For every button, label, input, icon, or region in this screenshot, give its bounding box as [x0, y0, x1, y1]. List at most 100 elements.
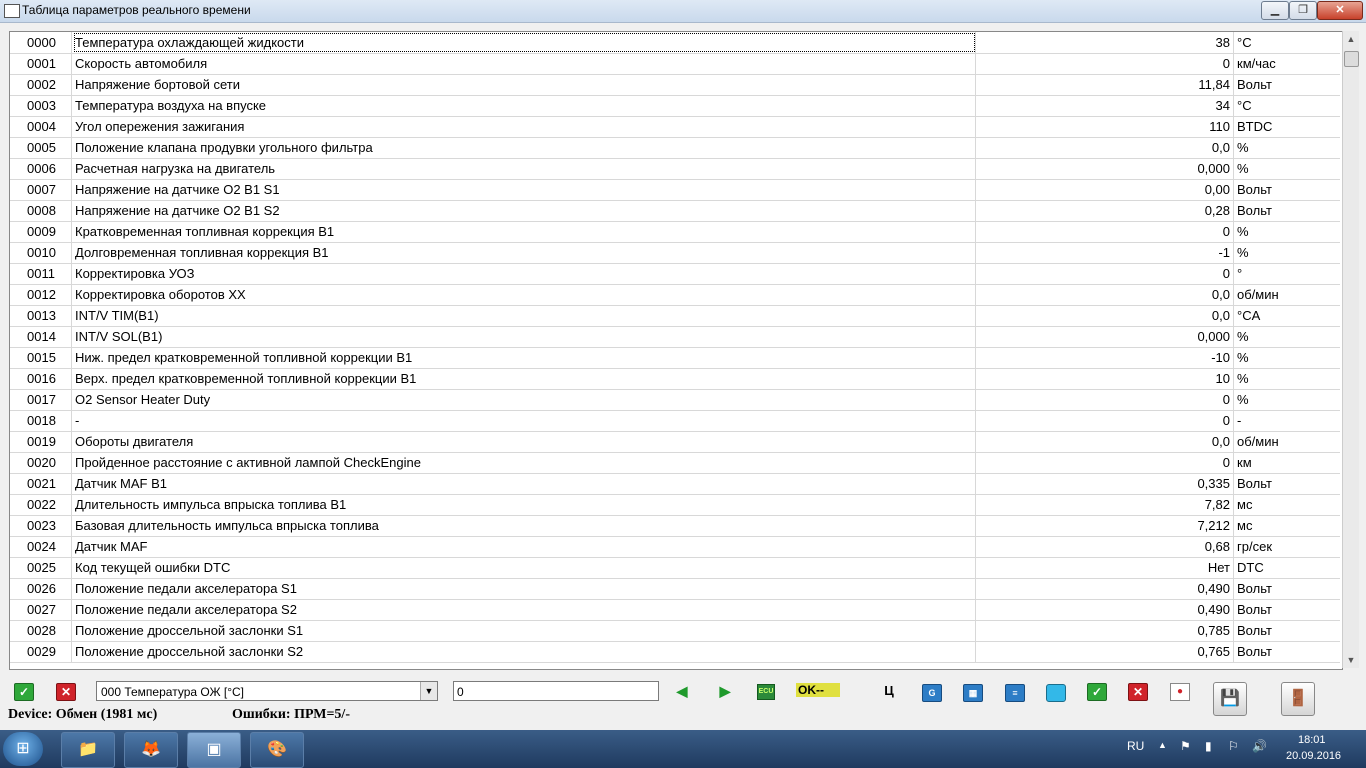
- arrow-right-icon[interactable]: ▶: [716, 683, 734, 699]
- parameter-select[interactable]: 000 Температура ОЖ [°C] ▼: [96, 681, 438, 701]
- explorer-icon[interactable]: 📁: [61, 732, 115, 768]
- grid-icon[interactable]: ▦: [963, 684, 983, 702]
- battery-icon[interactable]: ▮: [1205, 739, 1212, 753]
- scroll-down-arrow[interactable]: ▼: [1343, 652, 1359, 668]
- table-row[interactable]: 0023 Базовая длительность импульса впрыск…: [10, 515, 1340, 537]
- start-button[interactable]: ⊞: [3, 732, 43, 766]
- table-row[interactable]: 0003 Температура воздуха на впуске 34 °C: [10, 95, 1340, 117]
- table-row[interactable]: 0018-0-: [10, 410, 1340, 432]
- table-row[interactable]: 0029 Положение дроссельной заслонки S2 0,7…: [10, 641, 1340, 663]
- param-unit: %: [1237, 329, 1249, 344]
- delete-icon[interactable]: ✕: [1128, 683, 1148, 701]
- param-value: 0: [977, 263, 1234, 284]
- param-unit: °CA: [1237, 308, 1261, 323]
- table-row[interactable]: 0013 INT/V TIM(B1) 0,0 °CA: [10, 305, 1340, 327]
- scroll-up-arrow[interactable]: ▲: [1343, 31, 1359, 47]
- action-center-icon[interactable]: ⚐: [1228, 739, 1239, 753]
- param-unit: %: [1237, 140, 1249, 155]
- parameters-table[interactable]: 0000 Температура охлаждающей жидкости 38 °C…: [9, 31, 1343, 670]
- table-row[interactable]: 0007 Напряжение на датчике O2 B1 S1 0,00 Во…: [10, 179, 1340, 201]
- param-id: 0004: [10, 116, 72, 137]
- record-icon[interactable]: ●: [1170, 683, 1190, 701]
- clock-date[interactable]: 20.09.2016: [1286, 750, 1341, 762]
- table-row[interactable]: 0011 Корректировка УОЗ 0 °: [10, 263, 1340, 285]
- param-unit: °C: [1237, 35, 1252, 50]
- title-bar: Таблица параметров реального времени ▁ ❐…: [0, 0, 1366, 23]
- table-row[interactable]: 0008 Напряжение на датчике O2 B1 S2 0,28 Во…: [10, 200, 1340, 222]
- param-id: 0011: [10, 263, 72, 284]
- param-id: 0010: [10, 242, 72, 263]
- table-row[interactable]: 0021 Датчик MAF B1 0,335 Вольт: [10, 473, 1340, 495]
- volume-icon[interactable]: 🔊: [1252, 739, 1267, 753]
- table-row[interactable]: 0002 Напряжение бортовой сети 11,84 Вольт: [10, 74, 1340, 96]
- table-row[interactable]: 0020 Пройденное расстояние с активной лам…: [10, 452, 1340, 474]
- errors-status: Ошибки: ПРМ=5/-: [232, 707, 350, 722]
- param-value: 10: [977, 368, 1234, 389]
- param-value: 0,0: [977, 431, 1234, 452]
- paint-icon[interactable]: 🎨: [250, 732, 304, 768]
- table-row[interactable]: 0027 Положение педали акселератора S2 0,49…: [10, 599, 1340, 621]
- c-button[interactable]: Ц: [880, 683, 898, 699]
- show-hidden-icons[interactable]: ▲: [1158, 740, 1167, 750]
- table-row[interactable]: 0024 Датчик MAF 0,68 гр/сек: [10, 536, 1340, 558]
- table-row[interactable]: 0022 Длительность импульса впрыска топлив…: [10, 494, 1340, 516]
- param-value: 0,0: [977, 284, 1234, 305]
- confirm-icon[interactable]: ✓: [1087, 683, 1107, 701]
- table-row[interactable]: 0010 Долговременная топливная коррекция B…: [10, 242, 1340, 264]
- param-value: 0: [977, 452, 1234, 473]
- param-unit: об/мин: [1237, 287, 1279, 302]
- param-unit: км/час: [1237, 56, 1276, 71]
- param-name: Корректировка УОЗ: [73, 263, 976, 284]
- save-disk-icon[interactable]: 💾: [1213, 682, 1247, 716]
- table-scrollbar[interactable]: ▲ ▼: [1342, 31, 1359, 668]
- value-input[interactable]: 0: [453, 681, 659, 701]
- param-unit: км: [1237, 455, 1252, 470]
- table-row[interactable]: 0025 Код текущей ошибки DTC Нет DTC: [10, 557, 1340, 579]
- param-id: 0029: [10, 641, 72, 662]
- diagnostic-app-icon[interactable]: ▣: [187, 732, 241, 768]
- param-value: 0,000: [977, 158, 1234, 179]
- minimize-button[interactable]: ▁: [1261, 1, 1289, 20]
- param-name: Пройденное расстояние с активной лампой …: [73, 452, 976, 473]
- arrow-left-icon[interactable]: ◀: [673, 683, 691, 699]
- exit-door-icon[interactable]: 🚪: [1281, 682, 1315, 716]
- param-value: 7,82: [977, 494, 1234, 515]
- table-row[interactable]: 0015 Ниж. предел кратковременной топливно…: [10, 347, 1340, 369]
- param-unit: %: [1237, 161, 1249, 176]
- close-button[interactable]: ✕: [1317, 1, 1363, 20]
- accept-icon[interactable]: ✓: [14, 683, 34, 701]
- window-icon[interactable]: [1046, 684, 1066, 702]
- table-row[interactable]: 0026 Положение педали акселератора S1 0,49…: [10, 578, 1340, 600]
- table-row[interactable]: 0004 Угол опережения зажигания 110 BTDC: [10, 116, 1340, 138]
- table-row[interactable]: 0001 Скорость автомобиля 0 км/час: [10, 53, 1340, 75]
- g-button[interactable]: G: [922, 684, 942, 702]
- list-icon[interactable]: ≡: [1005, 684, 1025, 702]
- param-value: 34: [977, 95, 1234, 116]
- param-unit: %: [1237, 371, 1249, 386]
- cancel-icon[interactable]: ✕: [56, 683, 76, 701]
- table-row[interactable]: 0005 Положение клапана продувки угольного…: [10, 137, 1340, 159]
- table-row[interactable]: 0012 Корректировка оборотов ХХ 0,0 об/мин: [10, 284, 1340, 306]
- table-row[interactable]: 0019 Обороты двигателя 0,0 об/мин: [10, 431, 1340, 453]
- param-name: Напряжение на датчике O2 B1 S1: [73, 179, 976, 200]
- table-row[interactable]: 0014 INT/V SOL(B1) 0,000%: [10, 326, 1340, 348]
- param-name: Положение клапана продувки угольного фил…: [73, 137, 976, 158]
- chevron-down-icon[interactable]: ▼: [420, 682, 437, 700]
- table-row[interactable]: 0009 Кратковременная топливная коррекция …: [10, 221, 1340, 243]
- table-row[interactable]: 0000 Температура охлаждающей жидкости 38 °C: [10, 32, 1340, 54]
- table-row[interactable]: 0016 Верх. предел кратковременной топливн…: [10, 368, 1340, 390]
- param-value: 0,765: [977, 641, 1234, 662]
- table-row[interactable]: 0017 O2 Sensor Heater Duty 0%: [10, 389, 1340, 411]
- language-indicator[interactable]: RU: [1127, 739, 1144, 753]
- ecu-icon[interactable]: ECU: [757, 684, 775, 700]
- firefox-icon[interactable]: 🦊: [124, 732, 178, 768]
- table-row[interactable]: 0006 Расчетная нагрузка на двигатель 0,000…: [10, 158, 1340, 180]
- network-icon[interactable]: ⚑: [1180, 739, 1191, 753]
- scroll-thumb[interactable]: [1344, 51, 1359, 67]
- maximize-button[interactable]: ❐: [1289, 1, 1317, 20]
- table-row[interactable]: 0028 Положение дроссельной заслонки S1 0,7…: [10, 620, 1340, 642]
- app-icon: [4, 4, 20, 18]
- window-title: Таблица параметров реального времени: [22, 3, 251, 17]
- clock-time[interactable]: 18:01: [1298, 734, 1326, 746]
- param-unit: Вольт: [1237, 623, 1272, 638]
